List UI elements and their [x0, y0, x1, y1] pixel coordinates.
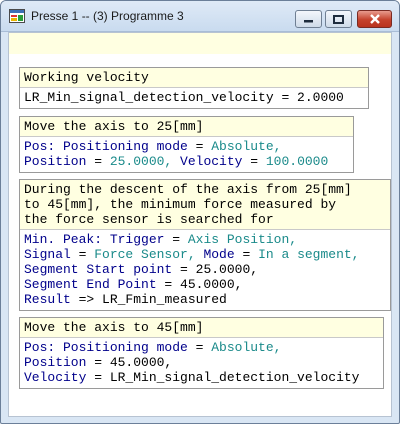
panel-top-bar	[9, 33, 391, 54]
param-name: LR_Min_signal_detection_velocity	[24, 90, 274, 105]
step-body: Min. Peak: Trigger = Axis Position, Sign…	[20, 230, 390, 310]
operator: =	[86, 355, 110, 370]
param-name: Min. Peak: Trigger	[24, 232, 165, 247]
param-line: Position = 25.0000, Velocity = 100.0000	[24, 154, 349, 169]
param-line: Pos: Positioning mode = Absolute,	[24, 139, 349, 154]
operator: =>	[70, 292, 103, 307]
param-line: Velocity = LR_Min_signal_detection_veloc…	[24, 370, 379, 385]
param-line: Pos: Positioning mode = Absolute,	[24, 340, 379, 355]
minimize-button[interactable]	[295, 10, 322, 28]
param-name: Pos: Positioning mode	[24, 139, 188, 154]
param-value: 25.0000,	[195, 262, 259, 277]
step-header: Working velocity	[20, 68, 368, 88]
param-value: Axis Position,	[187, 232, 298, 247]
operator: =	[273, 90, 298, 105]
step-header: Move the axis to 25[mm]	[20, 117, 353, 137]
param-name: Velocity	[180, 154, 243, 169]
step-header-line: Move the axis to 45[mm]	[24, 320, 204, 335]
param-value: Absolute,	[211, 340, 282, 355]
param-name: Result	[24, 292, 71, 307]
param-value: 2.0000	[297, 90, 344, 105]
window-title: Presse 1 -- (3) Programme 3	[31, 9, 184, 23]
param-value: Absolute,	[211, 139, 282, 154]
param-line: Min. Peak: Trigger = Axis Position,	[24, 232, 386, 247]
title-bar[interactable]: Presse 1 -- (3) Programme 3	[1, 1, 399, 32]
operator: =	[156, 277, 181, 292]
param-name: Segment End Point	[24, 277, 157, 292]
step-header: Move the axis to 45[mm]	[20, 318, 383, 338]
step-header-line: Working velocity	[24, 70, 149, 85]
maximize-button[interactable]	[325, 10, 352, 28]
param-line: Result => LR_Fmin_measured	[24, 292, 386, 307]
param-line: LR_Min_signal_detection_velocity = 2.000…	[24, 90, 364, 105]
param-name: Segment Start point	[24, 262, 173, 277]
param-value: 100.0000	[265, 154, 329, 169]
param-value: Force Sensor,	[94, 247, 204, 262]
param-value: LR_Min_signal_detection_velocity	[109, 370, 360, 385]
operator: =	[164, 232, 188, 247]
operator: =	[70, 247, 95, 262]
param-line: Position = 45.0000,	[24, 355, 379, 370]
step-header-line: During the descent of the axis from 25[m…	[24, 182, 352, 197]
operator: =	[172, 262, 196, 277]
param-value: In a segment,	[258, 247, 360, 262]
step-body: Pos: Positioning mode = Absolute, Positi…	[20, 338, 383, 388]
step-header-line: Move the axis to 25[mm]	[24, 119, 204, 134]
step-min-peak-search[interactable]: During the descent of the axis from 25[m…	[19, 179, 391, 311]
step-body: LR_Min_signal_detection_velocity = 2.000…	[20, 88, 368, 108]
step-working-velocity[interactable]: Working velocity LR_Min_signal_detection…	[19, 67, 369, 109]
param-name: Mode	[203, 247, 235, 262]
param-line: Segment End Point = 45.0000,	[24, 277, 386, 292]
param-value: 45.0000,	[109, 355, 173, 370]
param-value: 25.0000,	[109, 154, 181, 169]
step-header-line: the force sensor is searched for	[24, 212, 274, 227]
param-line: Segment Start point = 25.0000,	[24, 262, 386, 277]
close-icon	[369, 14, 380, 24]
operator: =	[187, 139, 212, 154]
minimize-icon	[304, 20, 313, 23]
param-line: Signal = Force Sensor, Mode = In a segme…	[24, 247, 386, 262]
maximize-icon	[333, 14, 344, 24]
param-name: Position	[24, 355, 87, 370]
operator: =	[234, 247, 259, 262]
operator: =	[86, 154, 110, 169]
program-panel: Working velocity LR_Min_signal_detection…	[8, 32, 392, 417]
operator: =	[242, 154, 266, 169]
param-value: LR_Fmin_measured	[102, 292, 227, 307]
operator: =	[187, 340, 212, 355]
step-move-to-25[interactable]: Move the axis to 25[mm] Pos: Positioning…	[19, 116, 354, 173]
step-header: During the descent of the axis from 25[m…	[20, 180, 390, 230]
param-value: 45.0000,	[180, 277, 243, 292]
param-name: Pos: Positioning mode	[24, 340, 188, 355]
param-name: Position	[24, 154, 87, 169]
param-name: Velocity	[24, 370, 87, 385]
operator: =	[86, 370, 110, 385]
param-name: Signal	[24, 247, 71, 262]
app-window: Presse 1 -- (3) Programme 3 Working velo…	[0, 0, 400, 424]
app-icon	[9, 9, 25, 23]
step-body: Pos: Positioning mode = Absolute, Positi…	[20, 137, 353, 172]
step-header-line: to 45[mm], the minimum force measured by	[24, 197, 337, 212]
close-button[interactable]	[357, 10, 392, 28]
step-move-to-45[interactable]: Move the axis to 45[mm] Pos: Positioning…	[19, 317, 384, 389]
